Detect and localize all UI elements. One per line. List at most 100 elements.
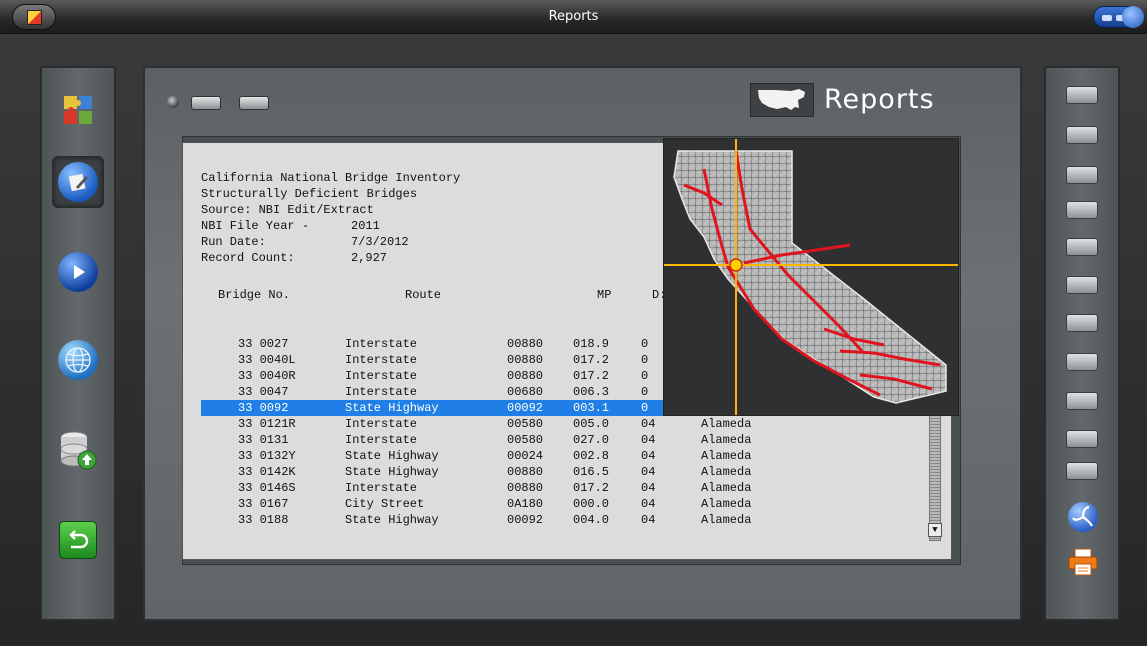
cell-district: 0 <box>641 337 649 351</box>
slot-button-1[interactable] <box>1066 86 1098 104</box>
cell-code: 00880 <box>507 481 544 495</box>
cell-route: Interstate <box>345 369 418 383</box>
report-subtitle-line: Structurally Deficient Bridges <box>201 187 418 201</box>
table-row[interactable]: 33 0132Y State Highway 00024 002.8 04 Alameda <box>201 448 927 464</box>
cell-mp: 005.0 <box>573 417 610 431</box>
cell-route: State Highway <box>345 449 439 463</box>
puzzle-button[interactable] <box>52 84 104 136</box>
cell-code: 00880 <box>507 369 544 383</box>
vertical-scrollbar[interactable] <box>929 411 941 541</box>
slot-button-7[interactable] <box>1066 314 1098 332</box>
run-date-label: Run Date: <box>201 235 266 249</box>
record-count-value: 2,927 <box>351 251 388 265</box>
california-map[interactable] <box>663 138 959 416</box>
cell-code: 00580 <box>507 417 544 431</box>
cell-mp: 016.5 <box>573 465 610 479</box>
file-year-value: 2011 <box>351 219 380 233</box>
cell-bridge: 33 0040L <box>238 353 296 367</box>
slot-button-8[interactable] <box>1066 353 1098 371</box>
table-row[interactable]: 33 0188 State Highway 00092 004.0 04 Alameda <box>201 512 927 528</box>
printer-icon[interactable] <box>1068 548 1098 576</box>
status-led-icon <box>167 96 179 108</box>
window-title: Reports <box>548 9 599 24</box>
cell-mp: 027.0 <box>573 433 610 447</box>
cell-code: 00024 <box>507 449 544 463</box>
right-toolbar <box>1044 66 1120 621</box>
table-row[interactable]: 33 0146S Interstate 00880 017.2 04 Alameda <box>201 480 927 496</box>
undo-button[interactable] <box>52 514 104 566</box>
cell-bridge: 33 0131 <box>238 433 289 447</box>
scroll-down-arrow-icon[interactable]: ▼ <box>928 523 942 537</box>
cell-route: State Highway <box>345 401 439 415</box>
cell-route: Interstate <box>345 433 418 447</box>
report-source-line: Source: NBI Edit/Extract <box>201 203 374 217</box>
cell-mp: 017.2 <box>573 481 610 495</box>
globe-button[interactable] <box>52 334 104 386</box>
close-icon[interactable] <box>1122 6 1144 28</box>
cell-bridge: 33 0146S <box>238 481 296 495</box>
cell-district: 04 <box>641 481 656 495</box>
slot-button-6[interactable] <box>1066 276 1098 294</box>
indicator-button-1[interactable] <box>191 96 221 110</box>
title-bar: Reports <box>0 0 1147 34</box>
cell-mp: 002.8 <box>573 449 610 463</box>
table-row[interactable]: 33 0131 Interstate 00580 027.0 04 Alameda <box>201 432 927 448</box>
cell-county: Alameda <box>701 497 752 511</box>
cell-code: 00680 <box>507 385 544 399</box>
slot-button-4[interactable] <box>1066 201 1098 219</box>
cell-county: Alameda <box>701 449 752 463</box>
table-row[interactable]: 33 0142K State Highway 00880 016.5 04 Alameda <box>201 464 927 480</box>
indicator-button-2[interactable] <box>239 96 269 110</box>
triskelion-icon[interactable] <box>1068 502 1098 532</box>
cell-route: City Street <box>345 497 425 511</box>
cell-code: 00580 <box>507 433 544 447</box>
cell-county: Alameda <box>701 465 752 479</box>
slot-button-2[interactable] <box>1066 126 1098 144</box>
slot-button-3[interactable] <box>1066 166 1098 184</box>
cell-bridge: 33 0188 <box>238 513 289 527</box>
cell-district: 0 <box>641 353 649 367</box>
cell-route: Interstate <box>345 337 418 351</box>
database-upload-button[interactable] <box>52 424 104 476</box>
location-marker-icon[interactable] <box>729 258 743 272</box>
reports-nav-button[interactable] <box>52 156 104 208</box>
cell-district: 0 <box>641 401 649 415</box>
cell-route: Interstate <box>345 481 418 495</box>
run-date-value: 7/3/2012 <box>351 235 409 249</box>
cell-route: Interstate <box>345 385 418 399</box>
slot-button-10[interactable] <box>1066 430 1098 448</box>
cell-route: Interstate <box>345 417 418 431</box>
cell-code: 00092 <box>507 401 544 415</box>
cell-bridge: 33 0167 <box>238 497 289 511</box>
cell-district: 04 <box>641 497 656 511</box>
minimize-icon[interactable] <box>1102 15 1112 21</box>
play-button[interactable] <box>52 246 104 298</box>
cell-bridge: 33 0142K <box>238 465 296 479</box>
state-outline <box>673 150 947 404</box>
window-controls[interactable] <box>1093 6 1144 28</box>
globe-icon <box>58 340 98 380</box>
puzzle-icon <box>64 96 92 124</box>
cell-district: 0 <box>641 369 649 383</box>
cell-district: 0 <box>641 385 649 399</box>
cell-county: Alameda <box>701 513 752 527</box>
slot-button-5[interactable] <box>1066 238 1098 256</box>
undo-icon <box>59 521 97 559</box>
cell-bridge: 33 0121R <box>238 417 296 431</box>
cell-bridge: 33 0040R <box>238 369 296 383</box>
cell-mp: 004.0 <box>573 513 610 527</box>
column-header-bridge-no: Bridge No. <box>218 288 291 302</box>
usa-map-icon <box>750 83 814 117</box>
column-header-route: Route <box>405 288 442 302</box>
slot-button-11[interactable] <box>1066 462 1098 480</box>
cell-bridge: 33 0027 <box>238 337 289 351</box>
slot-button-9[interactable] <box>1066 392 1098 410</box>
cell-district: 04 <box>641 465 656 479</box>
database-upload-icon <box>60 431 97 470</box>
cell-district: 04 <box>641 417 656 431</box>
reports-title: Reports <box>824 84 935 115</box>
table-row[interactable]: 33 0167 City Street 0A180 000.0 04 Alameda <box>201 496 927 512</box>
table-row[interactable]: 33 0121R Interstate 00580 005.0 04 Alameda <box>201 416 927 432</box>
cell-code: 00880 <box>507 337 544 351</box>
document-edit-icon <box>58 162 98 202</box>
